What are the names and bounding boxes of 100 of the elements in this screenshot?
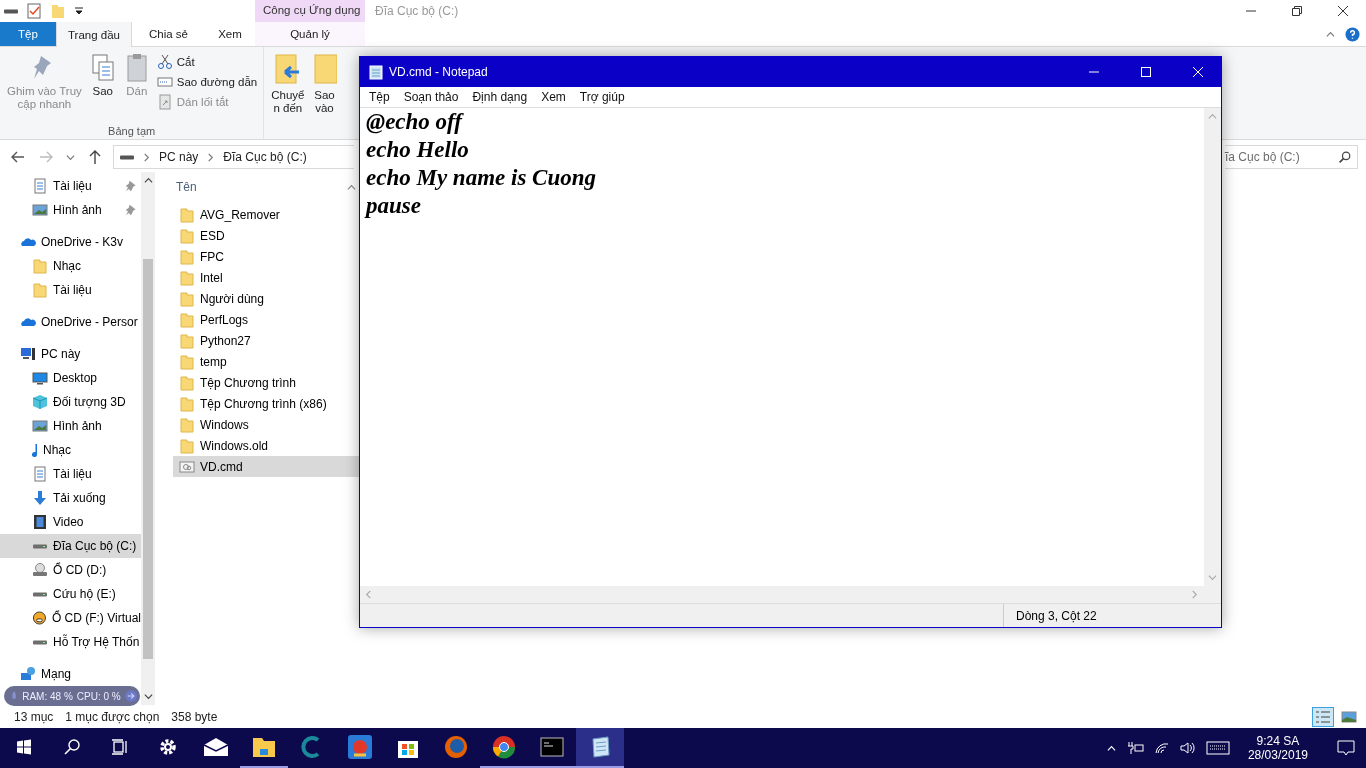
restore-icon — [1292, 6, 1302, 16]
ribbon-tab[interactable]: Tệp — [0, 22, 56, 46]
ribbon-button[interactable]: Cắt — [154, 53, 260, 71]
arrow-right-icon — [124, 687, 137, 705]
nav-item[interactable]: Video — [0, 510, 141, 534]
file-item[interactable]: VD.cmd — [173, 456, 359, 477]
folder-icon — [179, 290, 195, 307]
windows-logo-icon — [16, 739, 32, 755]
nav-item[interactable]: Nhạc — [0, 438, 141, 462]
window-title: Đĩa Cục bộ (C:) — [374, 3, 460, 20]
ribbon-tab[interactable]: Quản lý — [255, 22, 365, 46]
scissors-icon — [156, 54, 173, 70]
speaker-icon — [1179, 741, 1196, 755]
colored-ball-icon — [492, 735, 516, 759]
nav-item[interactable]: Tài liệu — [0, 174, 141, 198]
file-item[interactable]: FPC — [173, 246, 359, 267]
file-item[interactable]: ESD — [173, 225, 359, 246]
notepad-icon — [369, 64, 383, 80]
address-bar[interactable]: PC này Đĩa Cục bộ (C:) — [113, 145, 354, 169]
chevron-up-icon — [1106, 743, 1116, 753]
breadcrumb[interactable]: Đĩa Cục bộ (C:) — [223, 150, 307, 164]
nav-item[interactable]: Hình ảnh — [0, 414, 141, 438]
file-item[interactable]: Người dùng — [173, 288, 359, 309]
file-item[interactable]: Windows.old — [173, 435, 359, 456]
file-item[interactable]: AVG_Remover — [173, 204, 359, 225]
context-tab-title: Công cụ Ứng dụng — [255, 0, 365, 22]
settings-icon — [158, 737, 178, 757]
ram-reading: RAM: 48 % — [22, 690, 73, 702]
taskbar-button[interactable] — [576, 728, 624, 768]
group-label: Bảng tạm — [107, 125, 157, 137]
file-item[interactable]: Intel — [173, 267, 359, 288]
file-item[interactable]: Tệp Chương trình (x86) — [173, 393, 359, 414]
landscape-icon — [1341, 709, 1357, 724]
nav-item[interactable]: Nhạc — [0, 254, 141, 278]
list-icon — [1315, 709, 1331, 724]
file-item[interactable]: PerfLogs — [173, 309, 359, 330]
terminal-icon — [540, 737, 564, 757]
menu-item[interactable]: Xem — [534, 90, 573, 104]
menu-item[interactable]: Trợ giúp — [572, 90, 632, 104]
nav-item[interactable]: Desktop — [0, 366, 141, 390]
script-file-icon — [179, 458, 195, 475]
nav-item[interactable]: Mạng — [0, 662, 141, 686]
film-icon — [32, 514, 48, 530]
wifi-icon — [1153, 741, 1170, 755]
scrollbar[interactable] — [141, 172, 155, 705]
maximize-icon — [1141, 67, 1151, 77]
ribbon-button[interactable]: Chuyể n đến — [268, 51, 308, 137]
task-view-icon — [111, 738, 129, 756]
envelope-icon — [203, 737, 229, 757]
menu-item[interactable]: Soạn thảo — [396, 90, 466, 104]
ribbon-button[interactable]: Sao — [86, 51, 119, 125]
file-item[interactable]: Windows — [173, 414, 359, 435]
notification-icon — [1337, 740, 1355, 756]
menu-item[interactable]: Tệp — [362, 90, 397, 104]
nav-item[interactable]: Tải xuống — [0, 486, 141, 510]
details-view-button[interactable] — [1312, 706, 1334, 727]
folder-icon — [179, 395, 195, 412]
ribbon-button[interactable]: Sao vào — [309, 51, 340, 137]
chevron-up-icon — [143, 176, 153, 185]
nav-item[interactable]: Cứu hộ (E:) — [0, 582, 141, 606]
nav-item[interactable]: PC này — [0, 342, 141, 366]
search-field[interactable]: ĩa Cục bộ (C:) — [1225, 145, 1358, 169]
nav-item[interactable]: OneDrive - K3v — [0, 230, 141, 254]
ribbon-button[interactable]: Sao đường dẫn — [154, 73, 260, 91]
up-arrow-icon — [87, 149, 103, 165]
music-note-icon — [32, 442, 38, 458]
file-item[interactable]: temp — [173, 351, 359, 372]
folder-icon — [179, 269, 195, 286]
clock-date[interactable]: 28/03/2019 — [1247, 748, 1308, 762]
nav-item[interactable]: Hình ảnh — [0, 198, 141, 222]
cube-icon — [32, 394, 48, 410]
chevron-down-icon — [66, 152, 75, 162]
clock-time[interactable]: 9:24 SA — [1256, 734, 1300, 748]
ribbon-tab[interactable]: Trang đầu — [56, 22, 132, 47]
column-header[interactable]: Tên — [176, 180, 197, 194]
path-icon — [156, 74, 173, 90]
back-arrow-icon — [10, 149, 26, 165]
folder-icon — [50, 3, 66, 19]
nav-item[interactable]: Tài liệu — [0, 278, 141, 302]
nav-item[interactable]: OneDrive - Persor — [0, 310, 141, 334]
breadcrumb[interactable]: PC này — [159, 150, 199, 164]
file-item[interactable]: Python27 — [173, 330, 359, 351]
folder-icon — [179, 353, 195, 370]
file-item[interactable]: Tệp Chương trình — [173, 372, 359, 393]
nav-item[interactable]: Tài liệu — [0, 462, 141, 486]
search-icon — [1338, 150, 1351, 164]
folder-icon — [179, 311, 195, 328]
status-text: 1 mục được chọn — [65, 709, 160, 724]
nav-item[interactable]: Đĩa Cục bộ (C:) — [0, 534, 141, 558]
recent-button[interactable] — [64, 152, 77, 162]
nav-item[interactable]: Ổ CD (D:) — [0, 558, 141, 582]
nav-item[interactable]: Đối tượng 3D — [0, 390, 141, 414]
folder-icon — [179, 206, 195, 223]
menu-item[interactable]: Định dạng — [465, 90, 535, 104]
horizontal-scrollbar[interactable] — [360, 586, 1221, 603]
text-editor[interactable]: @echo off echo Hello echo My name is Cuong pause — [360, 108, 1204, 586]
cd-drive-icon — [32, 562, 48, 578]
nav-item[interactable]: Ổ CD (F:) Virtual — [0, 606, 141, 630]
document-icon — [32, 178, 48, 194]
nav-item[interactable]: Hỗ Trợ Hệ Thốn — [0, 630, 141, 654]
